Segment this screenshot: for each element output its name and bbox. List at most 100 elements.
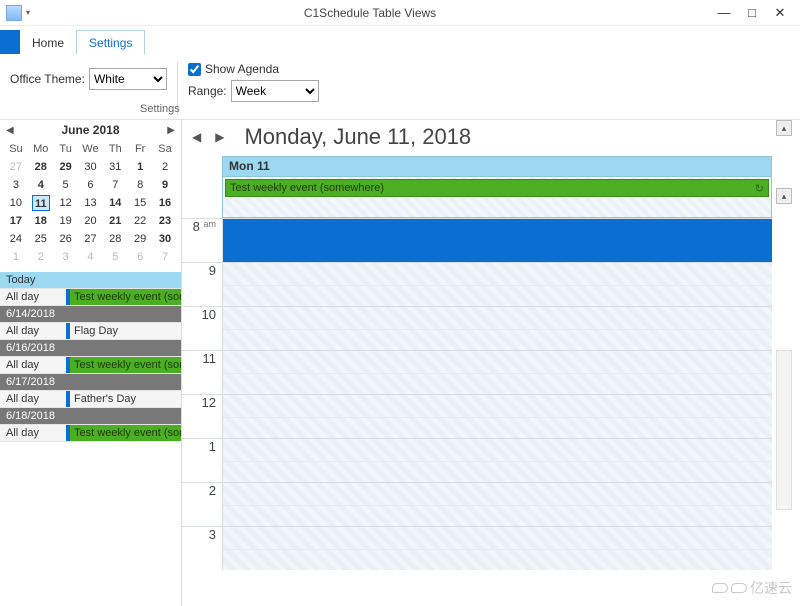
- calendar-day[interactable]: 27: [4, 158, 29, 176]
- hour-cell[interactable]: [222, 263, 772, 306]
- calendar-day[interactable]: 20: [78, 212, 103, 230]
- calendar-day[interactable]: 6: [128, 248, 153, 266]
- calendar-day[interactable]: 30: [153, 230, 178, 248]
- agenda-event[interactable]: Test weekly event (som: [70, 425, 181, 441]
- calendar-day[interactable]: 3: [4, 176, 29, 194]
- allday-event-text: Test weekly event (somewhere): [230, 182, 384, 194]
- agenda-row[interactable]: All dayFlag Day: [0, 322, 181, 340]
- hour-cell[interactable]: [222, 395, 772, 438]
- vertical-scrollbar[interactable]: [776, 350, 792, 510]
- agenda-allday-label: All day: [0, 425, 66, 441]
- hour-cell[interactable]: [222, 439, 772, 482]
- calendar-day[interactable]: 28: [103, 230, 128, 248]
- agenda-event[interactable]: Father's Day: [70, 391, 181, 407]
- calendar-day[interactable]: 29: [128, 230, 153, 248]
- calendar-day[interactable]: 28: [28, 158, 53, 176]
- calendar-day[interactable]: 8: [128, 176, 153, 194]
- dow-cell: Su: [4, 140, 29, 158]
- office-theme-select[interactable]: White: [89, 68, 167, 90]
- minimize-button[interactable]: —: [710, 5, 738, 20]
- allday-area[interactable]: Test weekly event (somewhere) ↻: [222, 176, 772, 218]
- hour-cell[interactable]: [222, 483, 772, 526]
- agenda-row[interactable]: All dayTest weekly event (som: [0, 424, 181, 442]
- agenda-today-header: Today: [0, 272, 181, 288]
- calendar-day[interactable]: 18: [28, 212, 53, 230]
- hour-cell[interactable]: [222, 219, 772, 262]
- agenda-allday-label: All day: [0, 323, 66, 339]
- prev-month-icon[interactable]: ◀: [6, 125, 14, 136]
- calendar-day[interactable]: 6: [78, 176, 103, 194]
- calendar-day[interactable]: 26: [53, 230, 78, 248]
- calendar-day[interactable]: 16: [153, 194, 178, 212]
- calendar-day[interactable]: 27: [78, 230, 103, 248]
- hour-row[interactable]: 1: [182, 438, 772, 482]
- dow-cell: Tu: [53, 140, 78, 158]
- ribbon-group-label: Settings: [140, 103, 180, 115]
- calendar-day[interactable]: 29: [53, 158, 78, 176]
- calendar-day[interactable]: 31: [103, 158, 128, 176]
- agenda-event[interactable]: Test weekly event (som: [70, 289, 181, 305]
- scroll-down-icon[interactable]: ▴: [776, 188, 792, 204]
- calendar-day[interactable]: 11: [28, 194, 53, 212]
- close-button[interactable]: ✕: [766, 5, 794, 21]
- timeline[interactable]: 8 am9101112123: [182, 218, 772, 606]
- agenda-allday-label: All day: [0, 289, 66, 305]
- calendar-day[interactable]: 21: [103, 212, 128, 230]
- calendar-day[interactable]: 4: [28, 176, 53, 194]
- hour-row[interactable]: 12: [182, 394, 772, 438]
- agenda-event[interactable]: Flag Day: [70, 323, 181, 339]
- next-day-icon[interactable]: ▶: [215, 130, 224, 144]
- mini-calendar[interactable]: SuMoTuWeThFrSa 2728293031123456789101112…: [4, 140, 178, 266]
- calendar-day[interactable]: 1: [128, 158, 153, 176]
- allday-event[interactable]: Test weekly event (somewhere) ↻: [225, 179, 769, 197]
- calendar-day[interactable]: 7: [103, 176, 128, 194]
- tab-settings[interactable]: Settings: [76, 30, 145, 55]
- calendar-day[interactable]: 30: [78, 158, 103, 176]
- calendar-day[interactable]: 24: [4, 230, 29, 248]
- hour-label: 12: [182, 395, 222, 438]
- prev-day-icon[interactable]: ◀: [192, 130, 201, 144]
- agenda-row[interactable]: All dayTest weekly event (som: [0, 356, 181, 374]
- calendar-day[interactable]: 13: [78, 194, 103, 212]
- calendar-day[interactable]: 2: [28, 248, 53, 266]
- hour-label: 1: [182, 439, 222, 482]
- calendar-day[interactable]: 25: [28, 230, 53, 248]
- hour-row[interactable]: 3: [182, 526, 772, 570]
- hour-cell[interactable]: [222, 351, 772, 394]
- hour-row[interactable]: 9: [182, 262, 772, 306]
- calendar-day[interactable]: 22: [128, 212, 153, 230]
- hour-row[interactable]: 11: [182, 350, 772, 394]
- calendar-day[interactable]: 4: [78, 248, 103, 266]
- hour-row[interactable]: 10: [182, 306, 772, 350]
- calendar-day[interactable]: 15: [128, 194, 153, 212]
- calendar-day[interactable]: 19: [53, 212, 78, 230]
- scroll-up-icon[interactable]: ▴: [776, 120, 792, 136]
- calendar-day[interactable]: 12: [53, 194, 78, 212]
- calendar-day[interactable]: 1: [4, 248, 29, 266]
- agenda-row[interactable]: All dayFather's Day: [0, 390, 181, 408]
- hour-cell[interactable]: [222, 527, 772, 570]
- hour-row[interactable]: 8 am: [182, 218, 772, 262]
- calendar-day[interactable]: 14: [103, 194, 128, 212]
- calendar-day[interactable]: 10: [4, 194, 29, 212]
- range-select[interactable]: Week: [231, 80, 319, 102]
- next-month-icon[interactable]: ▶: [167, 125, 175, 136]
- calendar-day[interactable]: 7: [153, 248, 178, 266]
- show-agenda-checkbox[interactable]: [188, 63, 201, 76]
- calendar-day[interactable]: 23: [153, 212, 178, 230]
- calendar-day[interactable]: 2: [153, 158, 178, 176]
- maximize-button[interactable]: □: [738, 5, 766, 20]
- hour-cell[interactable]: [222, 307, 772, 350]
- agenda-event[interactable]: Test weekly event (som: [70, 357, 181, 373]
- calendar-day[interactable]: 17: [4, 212, 29, 230]
- hour-row[interactable]: 2: [182, 482, 772, 526]
- calendar-day[interactable]: 9: [153, 176, 178, 194]
- calendar-day[interactable]: 5: [53, 176, 78, 194]
- month-label: June 2018: [61, 123, 119, 137]
- calendar-day[interactable]: 5: [103, 248, 128, 266]
- tab-home[interactable]: Home: [20, 31, 76, 54]
- file-tab[interactable]: [0, 30, 20, 54]
- agenda-row[interactable]: All dayTest weekly event (som: [0, 288, 181, 306]
- dow-cell: Sa: [153, 140, 178, 158]
- calendar-day[interactable]: 3: [53, 248, 78, 266]
